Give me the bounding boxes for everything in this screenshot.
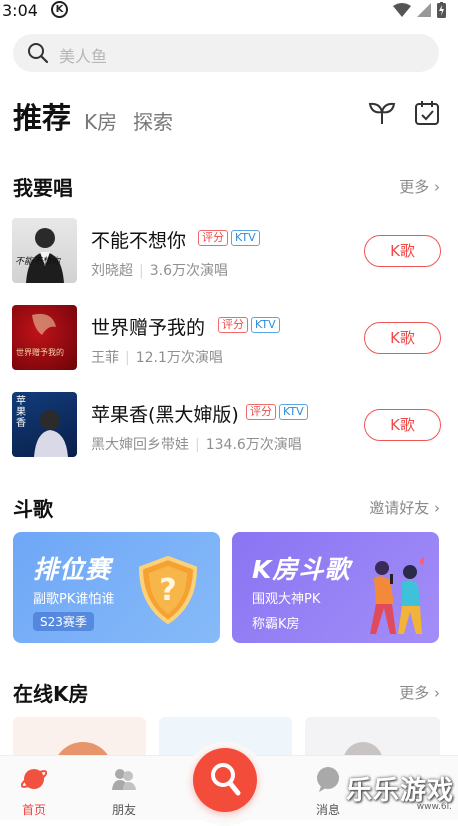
song-artist: 刘晓超 xyxy=(91,263,133,279)
ranked-match-card[interactable]: 排位赛 副歌PK谁怕谁 S23赛季 ? xyxy=(13,532,220,643)
cover-text: 世界赠予我的 xyxy=(16,348,64,357)
card-subtitle-2: 称霸K房 xyxy=(252,617,300,632)
song-plays: 3.6万次演唱 xyxy=(149,263,228,279)
online-more-link[interactable]: 更多 › xyxy=(399,682,440,703)
song-plays: 134.6万次演唱 xyxy=(205,437,302,453)
song-artist: 黑大婶回乡带娃 xyxy=(91,437,189,453)
shield-question-icon: ? xyxy=(138,555,198,625)
score-badge: 评分 xyxy=(246,404,276,420)
song-artist: 王菲 xyxy=(91,350,119,366)
sing-more-link[interactable]: 更多 › xyxy=(399,176,440,197)
svg-text:?: ? xyxy=(159,573,176,608)
nav-label-friends: 朋友 xyxy=(111,803,136,817)
battery-icon xyxy=(437,2,446,18)
ktv-badge: KTV xyxy=(251,317,280,333)
status-time: 3:04 xyxy=(2,1,38,20)
song-title: 不能不想你 xyxy=(91,230,187,252)
song-row[interactable]: 不能不想你 不能不想你 评分 KTV 刘晓超 | 3.6万次演唱 K歌 xyxy=(12,218,444,284)
search-icon xyxy=(28,43,49,64)
planet-home-icon xyxy=(21,769,47,789)
song-row[interactable]: 世界赠予我的 世界赠予我的 评分 KTV 王菲 | 12.1万次演唱 K歌 xyxy=(12,305,444,371)
card-subtitle: 副歌PK谁怕谁 xyxy=(33,592,115,607)
score-badge: 评分 xyxy=(218,317,248,333)
wifi-icon xyxy=(393,3,411,17)
k-song-button[interactable]: K歌 xyxy=(364,235,441,267)
signal-icon xyxy=(417,3,431,17)
sprout-icon[interactable] xyxy=(368,100,396,126)
message-bubble-icon xyxy=(317,767,339,792)
tab-k-room[interactable]: K房 xyxy=(84,106,117,135)
card-subtitle: 围观大神PK xyxy=(252,592,321,607)
season-tag: S23赛季 xyxy=(33,612,94,631)
nav-home[interactable]: 首页 xyxy=(4,756,64,821)
song-plays: 12.1万次演唱 xyxy=(135,350,223,366)
ktv-badge: KTV xyxy=(279,404,308,420)
nav-label-home: 首页 xyxy=(21,803,46,817)
section-title-battle: 斗歌 xyxy=(13,497,53,521)
card-title: K房斗歌 xyxy=(252,555,351,584)
song-title: 苹果香(黑大婶版) xyxy=(91,404,239,426)
singers-illustration-icon xyxy=(370,556,424,634)
invite-friends-link[interactable]: 邀请好友 › xyxy=(369,497,440,518)
song-row[interactable]: 苹果香 苹果香(黑大婶版) 评分 KTV 黑大婶回乡带娃 | 134.6万次演唱 K… xyxy=(12,392,444,458)
k-room-battle-card[interactable]: K房斗歌 围观大神PK 称霸K房 xyxy=(232,532,439,643)
cover-text: 不能不想你 xyxy=(15,257,61,267)
tab-explore[interactable]: 探索 xyxy=(133,106,173,135)
app-logo-icon: K xyxy=(51,1,68,18)
song-cover: 不能不想你 xyxy=(12,218,77,283)
sing-center-button[interactable] xyxy=(193,748,257,812)
card-title: 排位赛 xyxy=(33,555,112,584)
status-icons xyxy=(393,2,446,18)
song-cover: 苹果香 xyxy=(12,392,77,457)
watermark-url: www.6l. xyxy=(416,802,452,812)
status-bar: 3:04 K xyxy=(0,0,458,22)
cover-text: 苹果香 xyxy=(16,396,26,429)
calendar-check-icon[interactable] xyxy=(414,100,440,126)
song-cover: 世界赠予我的 xyxy=(12,305,77,370)
k-song-button[interactable]: K歌 xyxy=(364,322,441,354)
ktv-badge: KTV xyxy=(231,230,260,246)
score-badge: 评分 xyxy=(198,230,228,246)
song-meta: 黑大婶回乡带娃 | 134.6万次演唱 xyxy=(91,437,302,453)
tab-recommend[interactable]: 推荐 xyxy=(13,95,71,137)
song-meta: 王菲 | 12.1万次演唱 xyxy=(91,350,223,366)
microphone-icon xyxy=(211,763,241,796)
friends-icon xyxy=(112,769,136,790)
song-meta: 刘晓超 | 3.6万次演唱 xyxy=(91,263,228,279)
section-title-sing: 我要唱 xyxy=(13,176,73,200)
section-title-online-rooms: 在线K房 xyxy=(13,682,89,706)
k-song-button[interactable]: K歌 xyxy=(364,409,441,441)
nav-friends[interactable]: 朋友 xyxy=(94,756,154,821)
search-input[interactable]: 美人鱼 xyxy=(13,34,439,72)
song-title: 世界赠予我的 xyxy=(91,317,206,339)
search-placeholder: 美人鱼 xyxy=(59,47,108,66)
